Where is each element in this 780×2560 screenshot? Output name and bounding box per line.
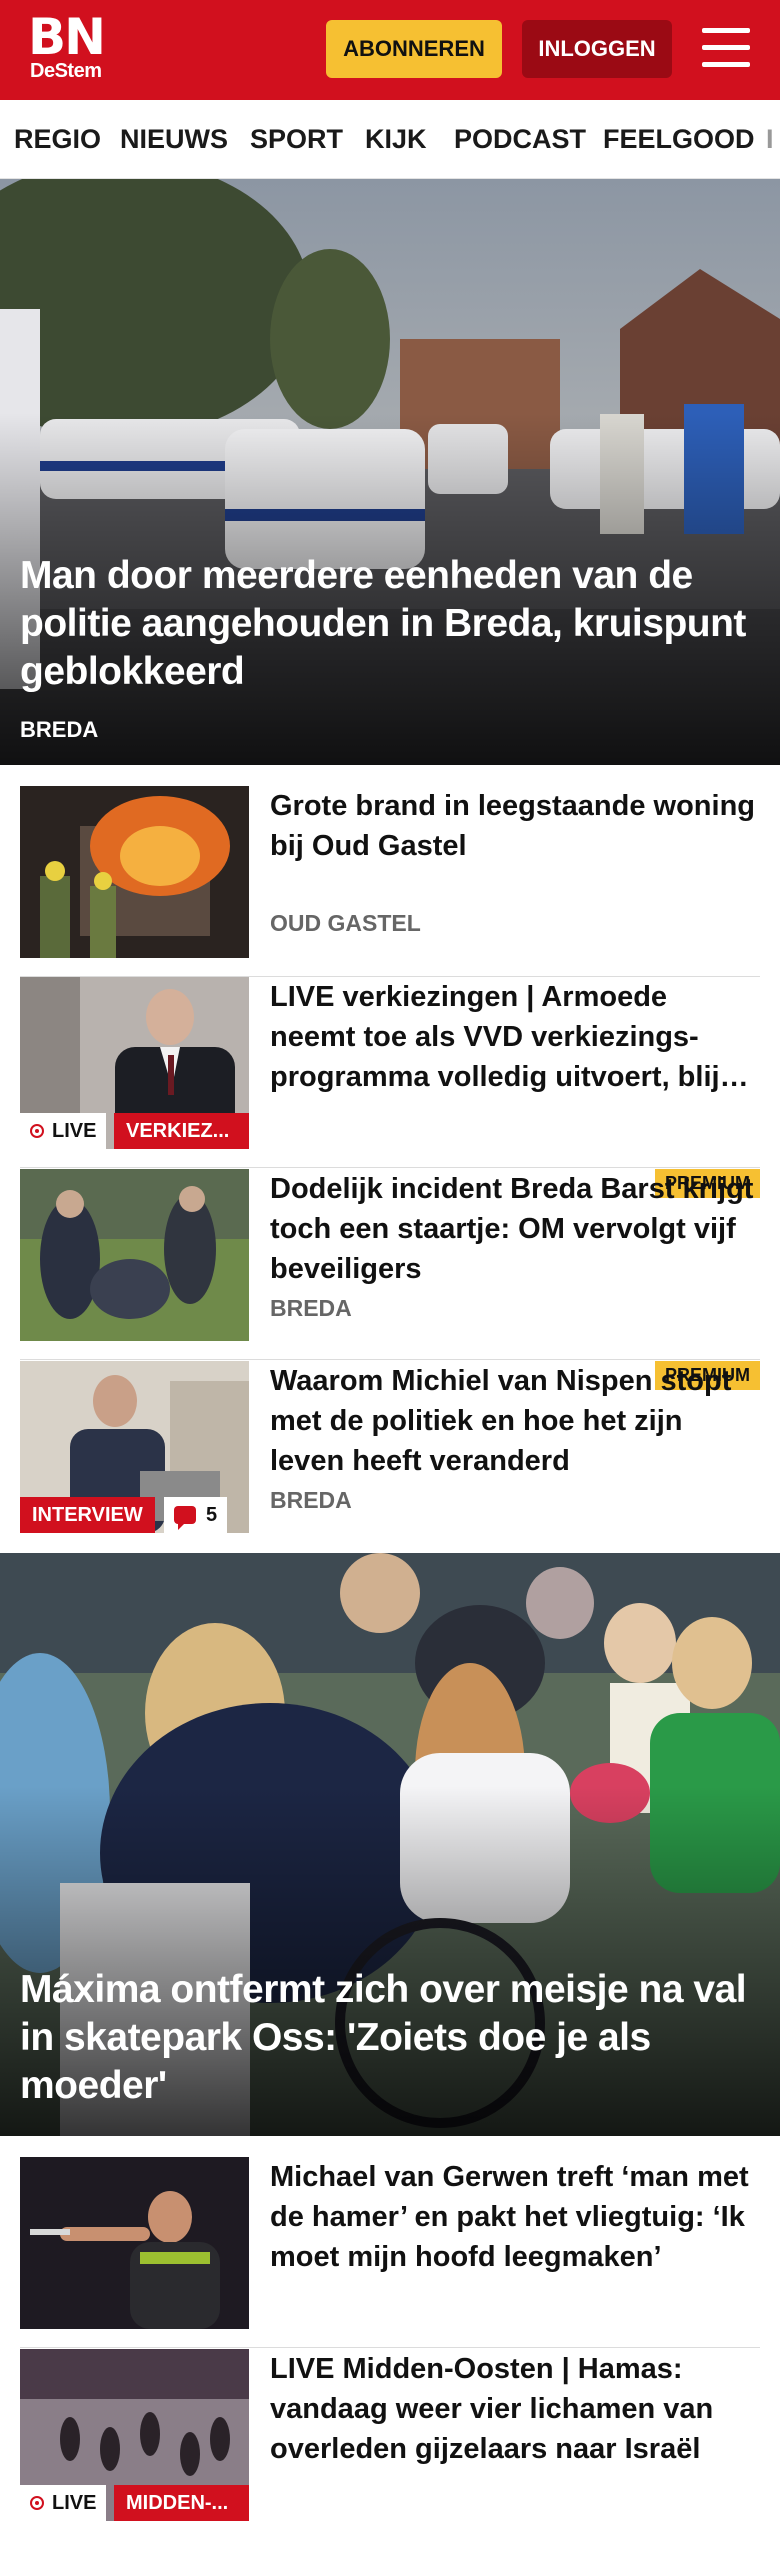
comment-count[interactable]: 5 [164, 1497, 228, 1533]
hero-article-maxima[interactable]: Máxima ontfermt zich over meisje na val … [0, 1553, 780, 2136]
site-header: BN DeStem ABONNEREN INLOGGEN [0, 0, 780, 100]
section-nav: REGIO NIEUWS SPORT KIJK PODCAST FEELGOOD… [0, 100, 780, 179]
list-item[interactable]: PREMIUM Dodelijk incident Breda Barst kr… [20, 1169, 760, 1360]
live-badge: LIVE [20, 1113, 107, 1149]
article-title[interactable]: LIVE Midden-Oosten | Hamas: vandaag weer… [270, 2349, 760, 2469]
nav-item-feelgood[interactable]: FEELGOOD [603, 124, 755, 155]
site-logo[interactable]: BN DeStem [28, 8, 106, 82]
live-dot-icon [30, 1124, 44, 1138]
list-item[interactable]: PREMIUM INTERVIEW 5 Waarom Michiel van N… [20, 1361, 760, 1533]
nav-item-podcast[interactable]: PODCAST [454, 124, 586, 155]
nav-item-more[interactable]: I [766, 124, 774, 155]
article-title[interactable]: Waarom Michiel van Nispen stopt met de p… [270, 1361, 760, 1481]
article-thumbnail [20, 786, 249, 958]
list-item[interactable]: Grote brand in leegstaande woning bij Ou… [20, 786, 760, 977]
login-button[interactable]: INLOGGEN [522, 20, 672, 78]
article-location: OUD GASTEL [270, 910, 421, 936]
article-title[interactable]: Michael van Gerwen treft ‘man met de ham… [270, 2157, 760, 2277]
live-label: LIVE [52, 2491, 97, 2514]
category-tag: INTERVIEW [20, 1497, 155, 1533]
nav-item-sport[interactable]: SPORT [250, 124, 343, 155]
comment-icon [174, 1506, 196, 1530]
list-item[interactable]: LIVE MIDDEN-... LIVE Midden-Oosten | Ham… [20, 2349, 760, 2521]
nav-item-regio[interactable]: REGIO [14, 124, 101, 155]
article-location: BREDA [270, 1487, 352, 1513]
hero-location: BREDA [20, 717, 99, 742]
article-thumbnail [20, 1169, 249, 1341]
article-title[interactable]: LIVE verkiezingen | Armoede neemt toe al… [270, 977, 760, 1097]
live-badge: LIVE [20, 2485, 107, 2521]
hero-headline[interactable]: Man door meerdere eenheden van de politi… [20, 552, 756, 696]
logo-sub: DeStem [30, 60, 102, 82]
subscribe-button[interactable]: ABONNEREN [326, 20, 502, 78]
divider [20, 2347, 760, 2348]
nav-item-kijk[interactable]: KIJK [365, 124, 427, 155]
comment-count-value: 5 [206, 1503, 218, 1526]
list-item[interactable]: Michael van Gerwen treft ‘man met de ham… [20, 2157, 760, 2348]
list-item[interactable]: LIVE VERKIEZ... LIVE verkiezingen | Armo… [20, 977, 760, 1168]
category-tag: MIDDEN-... [114, 2485, 249, 2521]
nav-item-nieuws[interactable]: NIEUWS [120, 124, 228, 155]
hamburger-menu-icon[interactable] [700, 24, 752, 72]
category-tag: VERKIEZ... [114, 1113, 249, 1149]
article-title[interactable]: Dodelijk incident Breda Barst krijgt toc… [270, 1169, 760, 1289]
live-label: LIVE [52, 1119, 97, 1142]
divider [20, 1167, 760, 1168]
logo-main: BN [28, 8, 106, 66]
article-location: BREDA [270, 1295, 352, 1321]
live-dot-icon [30, 2496, 44, 2510]
hero-headline[interactable]: Máxima ontfermt zich over meisje na val … [20, 1966, 756, 2110]
article-title[interactable]: Grote brand in leegstaande woning bij Ou… [270, 786, 760, 866]
hero-article-police[interactable]: Man door meerdere eenheden van de politi… [0, 179, 780, 765]
article-thumbnail [20, 2157, 249, 2329]
divider [20, 1359, 760, 1360]
